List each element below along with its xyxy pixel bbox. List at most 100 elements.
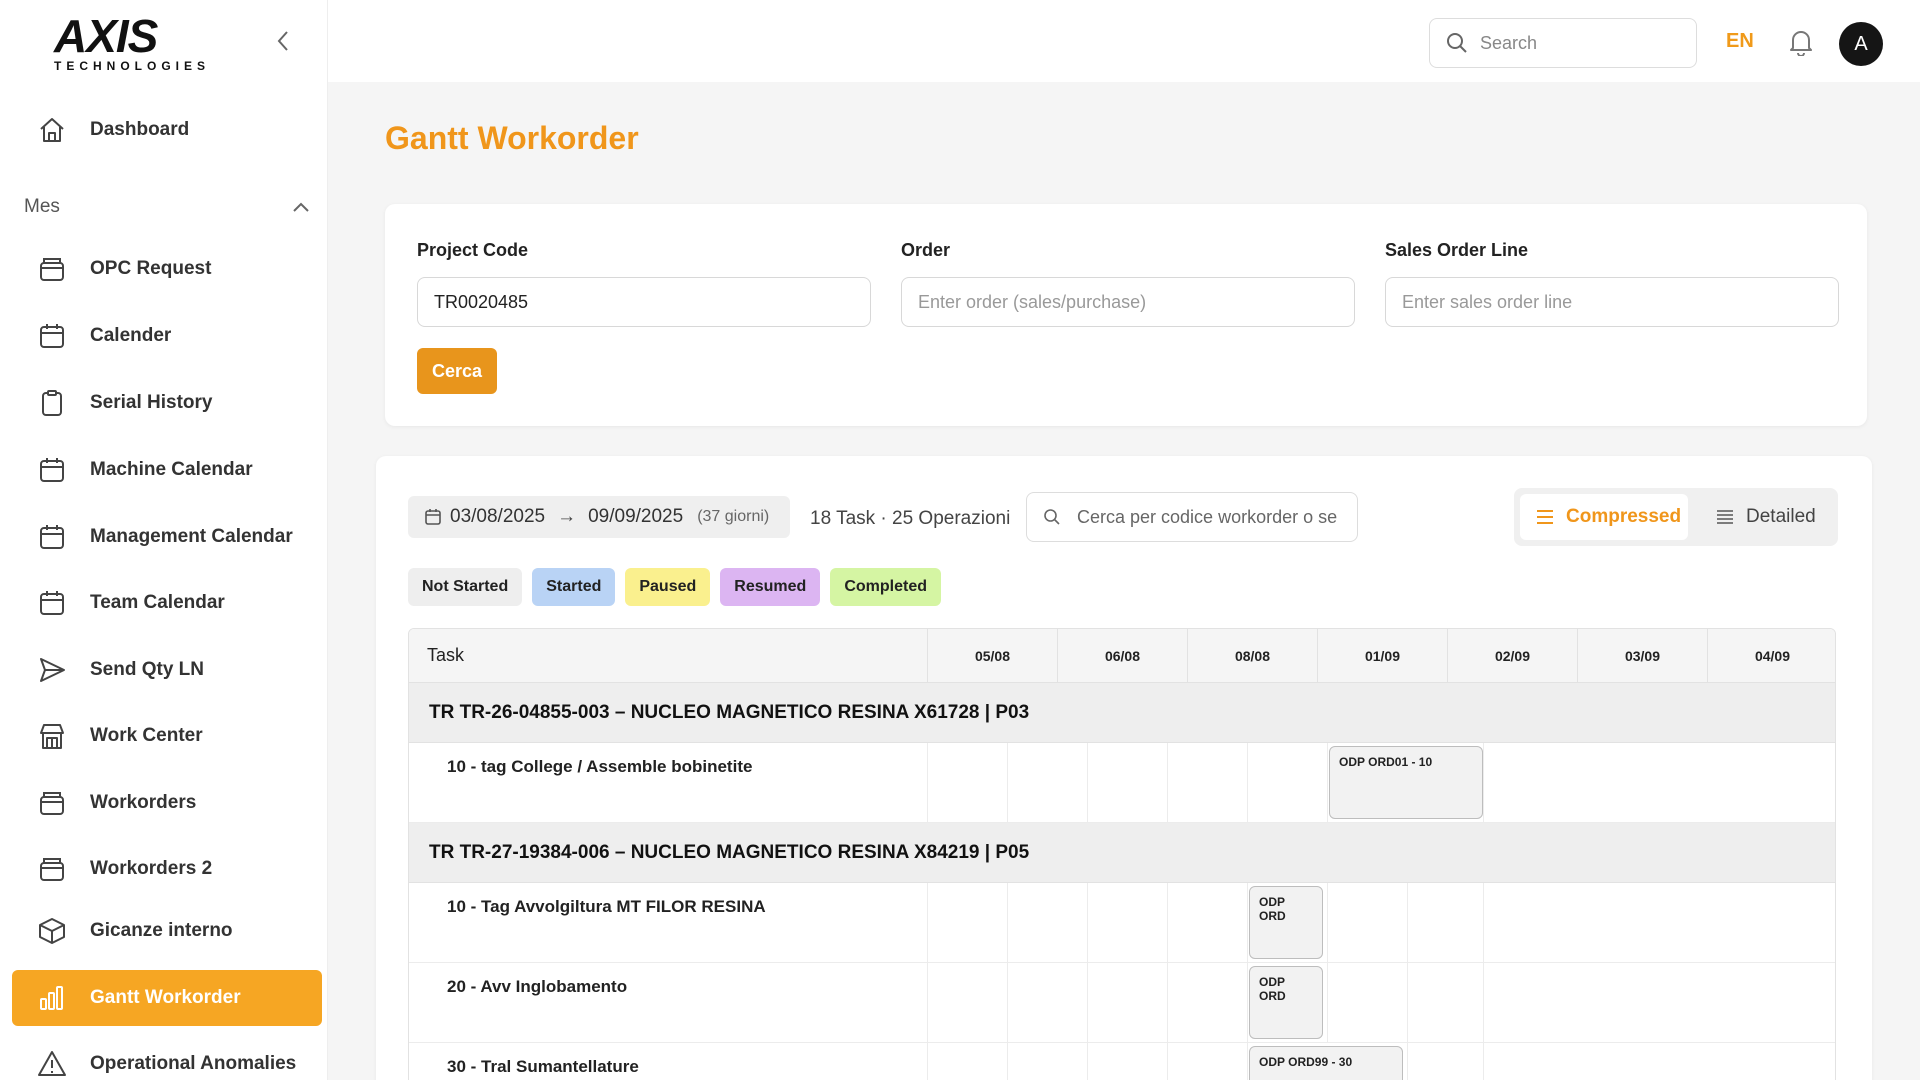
legend-resumed: Resumed <box>720 568 821 606</box>
compressed-label: Compressed <box>1566 506 1682 527</box>
grid-line <box>1167 743 1168 823</box>
gantt-bar[interactable]: ODP ORD <box>1249 966 1323 1039</box>
task-label: 20 - Avv Inglobamento <box>447 977 628 996</box>
user-avatar[interactable]: A <box>1839 22 1883 66</box>
grid-line <box>1007 1043 1008 1080</box>
sidebar-item-calender[interactable]: Calender <box>12 308 322 364</box>
gantt-bar[interactable]: ODP ORD <box>1249 886 1323 959</box>
grid-line <box>1087 883 1088 963</box>
sidebar-item-gicanze-interno[interactable]: Gicanze interno <box>12 903 322 959</box>
sidebar-item-label: Workorders 2 <box>90 858 213 879</box>
chevron-up-icon <box>293 202 309 212</box>
calendar-icon <box>36 521 68 553</box>
workorder-group-row[interactable]: TR TR-26-04855-003 – NUCLEO MAGNETICO RE… <box>409 683 1835 743</box>
date-column-header: 06/08 <box>1057 629 1187 683</box>
sidebar-item-label: Serial History <box>90 392 213 413</box>
sales-order-line-input[interactable] <box>1385 277 1839 327</box>
arrow-right-icon: → <box>557 506 577 527</box>
search-button[interactable]: Cerca <box>417 348 497 394</box>
date-to: 09/09/2025 <box>588 506 684 527</box>
detailed-view-button[interactable]: Detailed <box>1700 494 1832 540</box>
legend-started: Started <box>532 568 616 606</box>
task-row[interactable]: 30 - Tral Sumantellature ODP ORD99 - 30 <box>409 1043 1835 1080</box>
task-row[interactable]: 10 - tag College / Assemble bobinetite O… <box>409 743 1835 823</box>
order-input[interactable] <box>901 277 1355 327</box>
gantt-bar[interactable]: ODP ORD99 - 30 <box>1249 1046 1403 1080</box>
grid-line <box>1167 963 1168 1043</box>
sales-order-line-label: Sales Order Line <box>1385 240 1529 260</box>
clipboard-icon <box>36 387 68 419</box>
sidebar-item-serial-history[interactable]: Serial History <box>12 375 322 431</box>
date-range-picker[interactable]: 03/08/2025 → 09/09/2025 (37 giorni) <box>408 496 790 538</box>
sidebar: AXIS TECHNOLOGIES Dashboard Mes OPC Requ… <box>0 0 328 1080</box>
grid-line <box>927 883 928 963</box>
workorder-group-row[interactable]: TR TR-27-19384-006 – NUCLEO MAGNETICO RE… <box>409 823 1835 883</box>
task-label: 10 - Tag Avvolgiltura MT FILOR RESINA <box>447 897 766 916</box>
date-column-header: 05/08 <box>927 629 1057 683</box>
workorder-search-input[interactable] <box>1077 506 1339 528</box>
grid-line <box>1327 963 1328 1043</box>
grid-line <box>1407 1043 1408 1080</box>
sidebar-item-send-qty-ln[interactable]: Send Qty LN <box>12 642 322 698</box>
grid-line <box>1483 743 1484 823</box>
grid-line <box>1247 743 1248 823</box>
sidebar-item-machine-calendar[interactable]: Machine Calendar <box>12 442 322 498</box>
date-column-header: 03/09 <box>1577 629 1707 683</box>
task-row[interactable]: 20 - Avv Inglobamento ODP ORD <box>409 963 1835 1043</box>
notifications-button[interactable] <box>1788 28 1814 61</box>
grid-line <box>1247 963 1248 1043</box>
project-code-input[interactable] <box>417 277 871 327</box>
global-search[interactable] <box>1429 18 1697 68</box>
grid-line <box>927 963 928 1043</box>
sidebar-item-workorders[interactable]: Workorders <box>12 775 322 831</box>
sidebar-item-label: Gicanze interno <box>90 920 233 941</box>
sidebar-item-operational-anomalies[interactable]: Operational Anomalies <box>12 1036 322 1080</box>
sidebar-section-mes[interactable]: Mes <box>24 196 310 218</box>
sidebar-item-workorders-2[interactable]: Workorders 2 <box>12 841 322 897</box>
sidebar-item-dashboard[interactable]: Dashboard <box>12 102 322 158</box>
grid-line <box>1407 963 1408 1043</box>
date-column-header: 04/09 <box>1707 629 1835 683</box>
gantt-panel: 03/08/2025 → 09/09/2025 (37 giorni) 18 T… <box>376 456 1872 1080</box>
compressed-view-button[interactable]: Compressed <box>1520 494 1688 540</box>
sidebar-item-label: Send Qty LN <box>90 659 205 680</box>
search-input[interactable] <box>1480 32 1670 54</box>
task-label: 30 - Tral Sumantellature <box>447 1057 639 1076</box>
sidebar-item-label: Work Center <box>90 725 203 746</box>
date-column-header: 08/08 <box>1187 629 1317 683</box>
grid-line <box>1087 1043 1088 1080</box>
sidebar-item-label: Machine Calendar <box>90 459 253 480</box>
gantt-bar[interactable]: ODP ORD01 - 10 <box>1329 746 1483 819</box>
sidebar-item-label: Team Calendar <box>90 592 225 613</box>
topbar: EN A <box>328 0 1920 82</box>
sidebar-item-work-center[interactable]: Work Center <box>12 708 322 764</box>
sidebar-item-gantt-workorder[interactable]: Gantt Workorder <box>12 970 322 1026</box>
box-icon <box>36 253 68 285</box>
collapse-sidebar-button[interactable] <box>268 26 298 56</box>
task-row[interactable]: 10 - Tag Avvolgiltura MT FILOR RESINA OD… <box>409 883 1835 963</box>
sidebar-item-management-calendar[interactable]: Management Calendar <box>12 509 322 565</box>
list-detailed-icon <box>1717 510 1733 524</box>
grid-line <box>1167 883 1168 963</box>
warning-icon <box>36 1048 68 1080</box>
workorder-search[interactable] <box>1026 492 1358 542</box>
legend-paused: Paused <box>625 568 711 606</box>
legend-not-started: Not Started <box>408 568 523 606</box>
cube-icon <box>36 915 68 947</box>
task-column-header: Task <box>427 645 465 665</box>
section-label: Mes <box>24 196 60 217</box>
building-icon <box>36 720 68 752</box>
grid-line <box>1327 743 1328 823</box>
calendar-icon <box>36 454 68 486</box>
sidebar-item-opc-request[interactable]: OPC Request <box>12 241 322 297</box>
sidebar-item-label: Workorders <box>90 792 197 813</box>
company-logo[interactable]: AXIS TECHNOLOGIES <box>54 13 205 73</box>
grid-line <box>927 1043 928 1080</box>
project-code-label: Project Code <box>417 240 529 260</box>
grid-line <box>1247 1043 1248 1080</box>
sidebar-item-team-calendar[interactable]: Team Calendar <box>12 575 322 631</box>
grid-line <box>1483 883 1484 963</box>
grid-line <box>1483 1043 1484 1080</box>
list-icon <box>1537 510 1553 524</box>
language-selector[interactable]: EN <box>1726 30 1754 53</box>
